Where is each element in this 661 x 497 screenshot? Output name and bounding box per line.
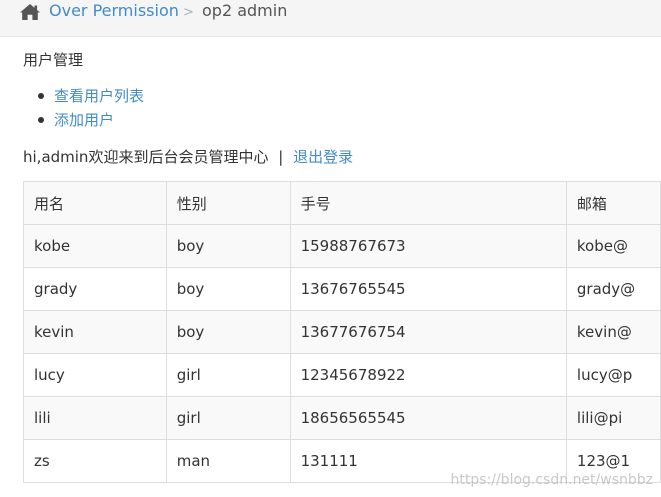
cell-username: zs xyxy=(23,439,167,483)
welcome-separator: | xyxy=(278,148,284,166)
column-header-phone: 手号 xyxy=(289,181,567,225)
cell-phone: 13677676754 xyxy=(289,310,567,354)
cell-phone: 18656565545 xyxy=(289,396,567,440)
column-header-username: 用名 xyxy=(23,181,167,225)
cell-email: grady@ xyxy=(565,267,661,311)
cell-username: grady xyxy=(23,267,167,311)
column-header-email: 邮箱 xyxy=(565,181,661,225)
table-row: kobe boy 15988767673 kobe@ xyxy=(23,224,661,268)
welcome-text: hi,admin欢迎来到后台会员管理中心 xyxy=(23,148,269,166)
cell-email: kobe@ xyxy=(565,224,661,268)
welcome-bar: hi,admin欢迎来到后台会员管理中心 | 退出登录 xyxy=(23,147,353,167)
cell-gender: boy xyxy=(165,224,291,268)
table-header-row: 用名 性别 手号 邮箱 xyxy=(23,181,661,225)
user-table: 用名 性别 手号 邮箱 kobe boy 15988767673 kobe@ g… xyxy=(23,181,661,483)
cell-phone: 13676765545 xyxy=(289,267,567,311)
cell-gender: boy xyxy=(165,267,291,311)
cell-email: lucy@p xyxy=(565,353,661,397)
cell-email: kevin@ xyxy=(565,310,661,354)
cell-phone: 15988767673 xyxy=(289,224,567,268)
logout-link[interactable]: 退出登录 xyxy=(293,148,353,166)
cell-gender: girl xyxy=(165,396,291,440)
nav-list: 查看用户列表 添加用户 xyxy=(38,85,144,133)
table-row: grady boy 13676765545 grady@ xyxy=(23,267,661,311)
breadcrumb-separator: > xyxy=(183,5,194,20)
cell-phone: 12345678922 xyxy=(289,353,567,397)
nav-item-add-user: 添加用户 xyxy=(38,109,144,133)
view-users-link[interactable]: 查看用户列表 xyxy=(54,87,144,105)
home-icon[interactable] xyxy=(19,3,41,21)
cell-username: kobe xyxy=(23,224,167,268)
table-row: lucy girl 12345678922 lucy@p xyxy=(23,353,661,397)
cell-gender: man xyxy=(165,439,291,483)
cell-gender: boy xyxy=(165,310,291,354)
add-user-link[interactable]: 添加用户 xyxy=(54,111,114,129)
column-header-gender: 性别 xyxy=(165,181,291,225)
cell-email: lili@pi xyxy=(565,396,661,440)
cell-username: lucy xyxy=(23,353,167,397)
cell-gender: girl xyxy=(165,353,291,397)
cell-username: kevin xyxy=(23,310,167,354)
table-row: kevin boy 13677676754 kevin@ xyxy=(23,310,661,354)
breadcrumb: Over Permission > op2 admin xyxy=(0,0,661,37)
breadcrumb-home-link[interactable]: Over Permission xyxy=(49,1,179,21)
table-row: lili girl 18656565545 lili@pi xyxy=(23,396,661,440)
watermark: https://blog.csdn.net/wsnbbz xyxy=(450,472,654,488)
breadcrumb-current: op2 admin xyxy=(202,1,288,20)
nav-item-view-users: 查看用户列表 xyxy=(38,85,144,109)
section-title: 用户管理 xyxy=(23,51,84,69)
cell-username: lili xyxy=(23,396,167,440)
